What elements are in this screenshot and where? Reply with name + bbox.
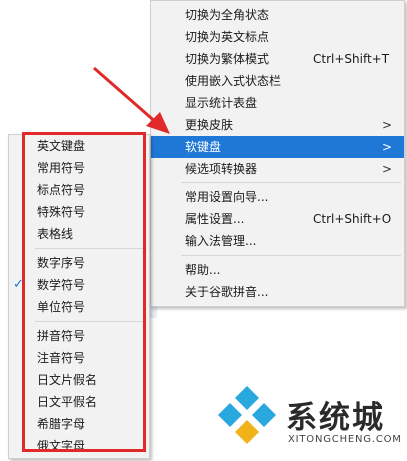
logo-text: 系统城 [286, 400, 385, 436]
logo-url: XITONGCHENG.COM [288, 434, 402, 445]
logo-diamond-icon [218, 386, 276, 444]
